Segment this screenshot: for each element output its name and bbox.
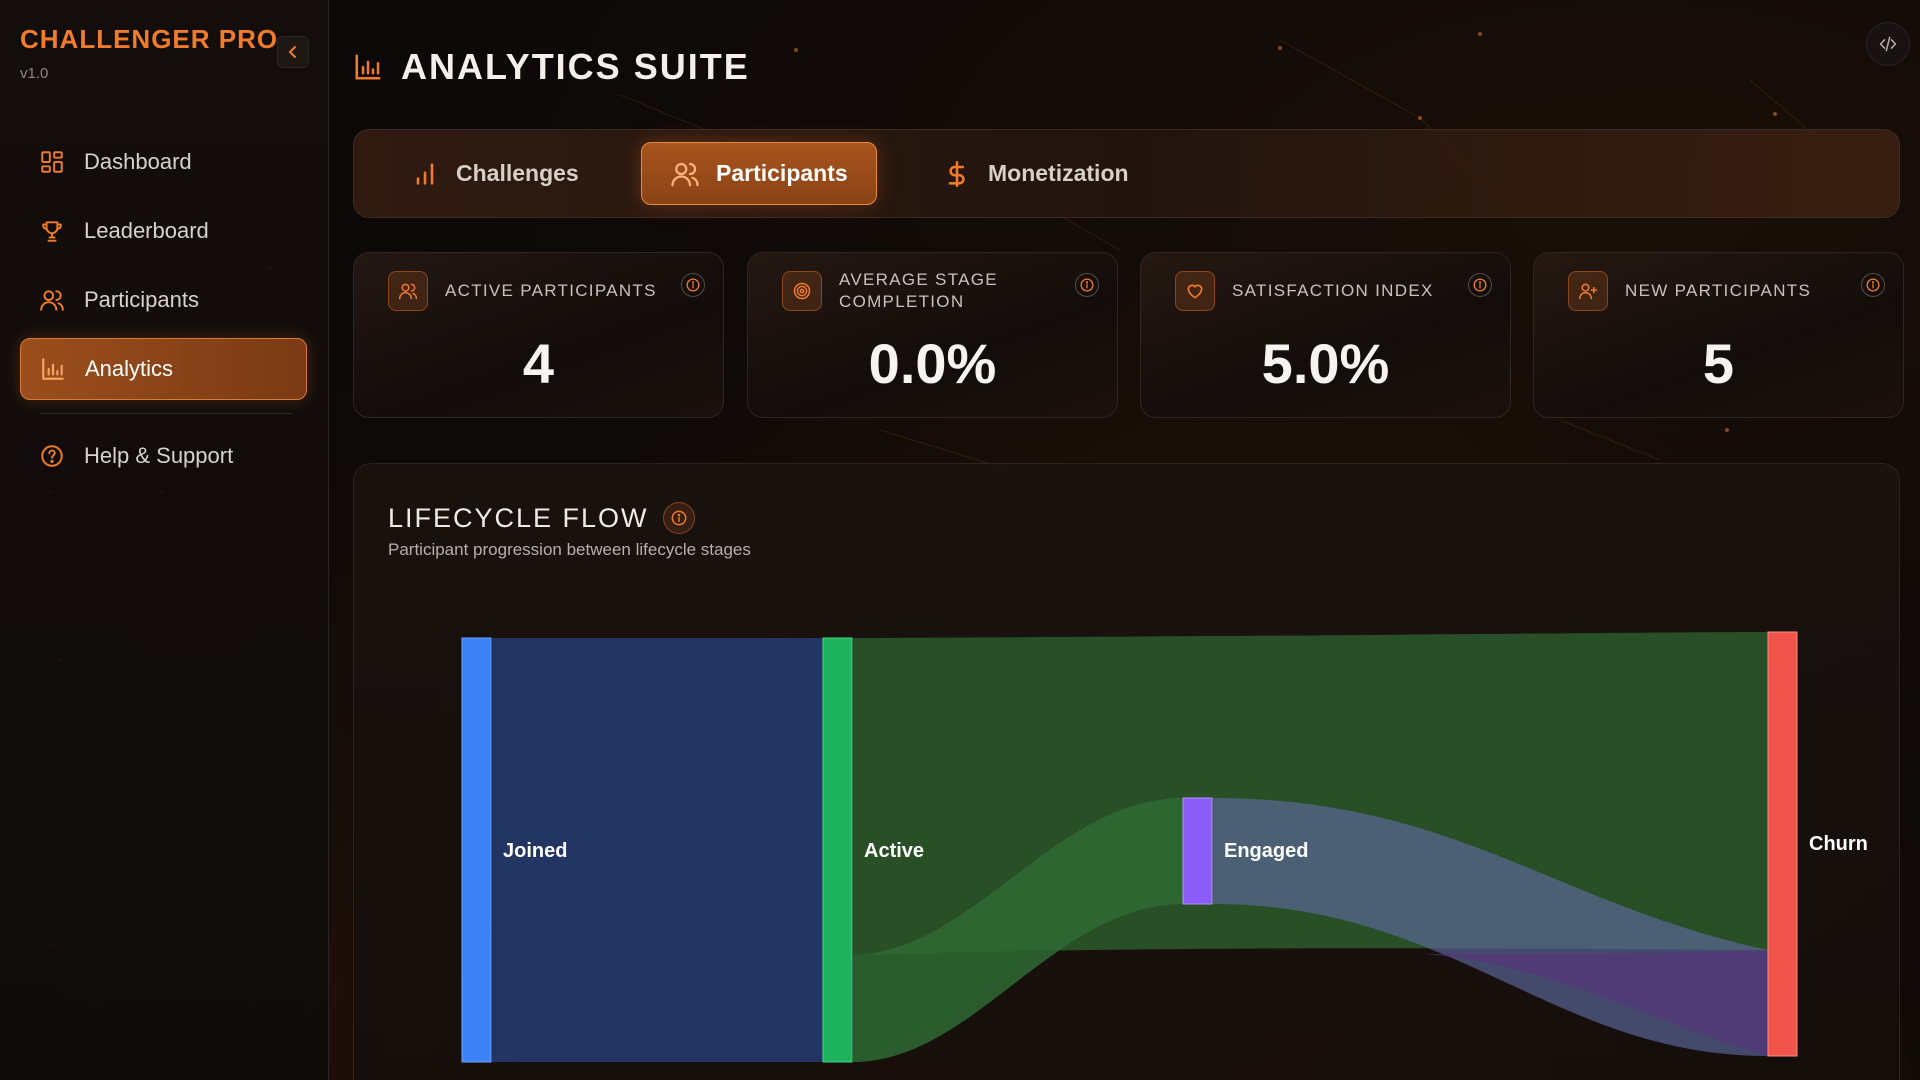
- sidebar-item-label: Analytics: [85, 356, 174, 381]
- page-header: ANALYTICS SUITE: [353, 46, 750, 88]
- sidebar-item-label: Leaderboard: [84, 218, 209, 243]
- info-icon[interactable]: [1468, 273, 1492, 297]
- node-churn[interactable]: [1767, 631, 1798, 1057]
- dashboard-icon: [38, 148, 66, 176]
- info-icon[interactable]: [1075, 273, 1099, 297]
- sidebar-divider: [40, 413, 292, 414]
- help-icon: [38, 442, 66, 470]
- stat-card-satisfaction-index: SATISFACTION INDEX 5.0%: [1140, 252, 1511, 418]
- brand: CHALLENGER PRO v1.0: [20, 24, 278, 82]
- panel-title: LIFECYCLE FLOW: [388, 502, 695, 534]
- page-title: ANALYTICS SUITE: [401, 46, 750, 87]
- users-icon: [388, 271, 428, 311]
- node-label-engaged: Engaged: [1224, 840, 1308, 862]
- stat-card-new-participants: NEW PARTICIPANTS 5: [1533, 252, 1904, 418]
- sidebar-item-label: Participants: [84, 287, 199, 312]
- info-icon[interactable]: [681, 273, 705, 297]
- users-icon: [670, 159, 700, 189]
- tab-label: Monetization: [988, 160, 1129, 186]
- bar-chart-icon: [353, 52, 383, 82]
- chevron-left-icon: [289, 46, 296, 58]
- code-icon: [1879, 36, 1897, 52]
- node-joined[interactable]: [461, 637, 492, 1063]
- sidebar-item-participants[interactable]: Participants: [20, 269, 307, 331]
- node-label-churn: Churn: [1809, 833, 1868, 855]
- info-icon[interactable]: [662, 502, 695, 534]
- users-icon: [38, 286, 66, 314]
- tab-label: Participants: [716, 160, 848, 186]
- sidebar-item-leaderboard[interactable]: Leaderboard: [20, 200, 307, 262]
- sidebar-item-label: Dashboard: [84, 149, 192, 174]
- stat-value: 5.0%: [1261, 331, 1390, 395]
- stat-value: 0.0%: [868, 331, 997, 395]
- sidebar-item-analytics[interactable]: Analytics: [20, 338, 307, 400]
- trophy-icon: [38, 217, 66, 245]
- code-view-button[interactable]: [1866, 22, 1910, 66]
- tab-label: Challenges: [456, 160, 579, 186]
- panel-subtitle: Participant progression between lifecycl…: [388, 540, 751, 559]
- user-plus-icon: [1568, 271, 1608, 311]
- stat-value: 5: [1702, 331, 1735, 395]
- dollar-icon: [942, 159, 972, 189]
- heart-icon: [1175, 271, 1215, 311]
- stat-card-active-participants: ACTIVE PARTICIPANTS 4: [353, 252, 724, 418]
- sidebar-item-help[interactable]: Help & Support: [20, 425, 307, 487]
- node-label-joined: Joined: [503, 840, 567, 862]
- sidebar-item-label: Help & Support: [84, 443, 234, 468]
- brand-version: v1.0: [20, 65, 49, 82]
- stat-label: NEW PARTICIPANTS: [1625, 281, 1812, 300]
- sidebar-item-dashboard[interactable]: Dashboard: [20, 131, 307, 193]
- info-icon[interactable]: [1861, 273, 1885, 297]
- stat-card-average-stage-completion: AVERAGE STAGE COMPLETION 0.0%: [747, 252, 1118, 418]
- tab-challenges[interactable]: Challenges: [382, 142, 607, 205]
- tab-participants[interactable]: Participants: [641, 142, 877, 205]
- sidebar: CHALLENGER PRO v1.0 Dashboard Leaderboar…: [0, 0, 329, 1080]
- bar-chart-icon: [410, 159, 440, 189]
- stat-value: 4: [522, 331, 555, 395]
- bar-chart-icon: [39, 355, 67, 383]
- target-icon: [782, 271, 822, 311]
- lifecycle-flow-panel: Joined Active Engaged Churn LIFECYCLE FL…: [353, 463, 1900, 1080]
- node-label-active: Active: [864, 840, 924, 862]
- stat-label: AVERAGE STAGE COMPLETION: [839, 270, 998, 311]
- lifecycle-title: LIFECYCLE FLOW: [388, 502, 649, 533]
- stat-label: SATISFACTION INDEX: [1232, 281, 1434, 300]
- collapse-sidebar-button[interactable]: [277, 36, 309, 68]
- node-engaged[interactable]: [1182, 797, 1213, 905]
- analytics-tabs: Challenges Participants Monetization: [353, 129, 1900, 218]
- brand-title: CHALLENGER PRO: [20, 24, 279, 54]
- node-active[interactable]: [822, 637, 853, 1063]
- tab-monetization[interactable]: Monetization: [914, 142, 1157, 205]
- stat-label: ACTIVE PARTICIPANTS: [445, 281, 657, 300]
